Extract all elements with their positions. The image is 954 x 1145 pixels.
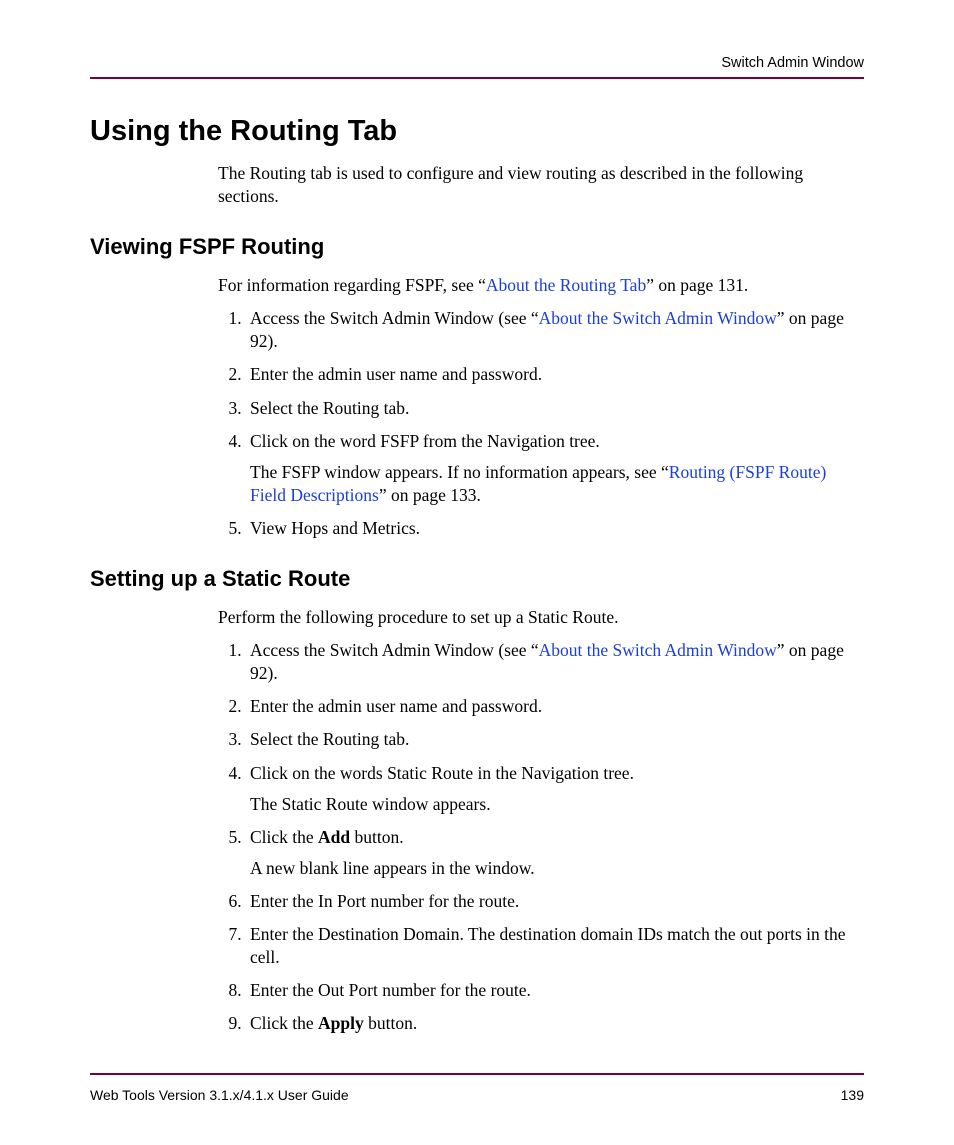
link-about-switch-admin-window[interactable]: About the Switch Admin Window [539, 308, 777, 328]
text: For information regarding FSPF, see “ [218, 275, 486, 295]
step-result: The Static Route window appears. [250, 793, 864, 816]
link-about-routing-tab[interactable]: About the Routing Tab [486, 275, 646, 295]
page-number: 139 [841, 1087, 864, 1103]
list-item: Click on the words Static Route in the N… [246, 762, 864, 816]
text: button. [350, 827, 403, 847]
list-item: View Hops and Metrics. [246, 517, 864, 540]
section2-lead: Perform the following procedure to set u… [218, 606, 864, 629]
text: Click the [250, 1013, 318, 1033]
list-item: Click the Add button. A new blank line a… [246, 826, 864, 880]
list-item: Enter the admin user name and password. [246, 695, 864, 718]
button-name-apply: Apply [318, 1013, 364, 1033]
text: Access the Switch Admin Window (see “ [250, 640, 539, 660]
text: ” on page 131. [646, 275, 748, 295]
section1-lead: For information regarding FSPF, see “Abo… [218, 274, 864, 297]
list-item: Enter the admin user name and password. [246, 363, 864, 386]
page-title: Using the Routing Tab [90, 115, 864, 148]
section2-steps: Access the Switch Admin Window (see “Abo… [218, 639, 864, 1035]
section2-body: Perform the following procedure to set u… [218, 606, 864, 1035]
text: button. [364, 1013, 417, 1033]
text: ” on page 133. [379, 485, 481, 505]
text: Click on the words Static Route in the N… [250, 763, 634, 783]
text: The FSFP window appears. If no informati… [250, 462, 669, 482]
list-item: Enter the Out Port number for the route. [246, 979, 864, 1002]
list-item: Access the Switch Admin Window (see “Abo… [246, 639, 864, 685]
section1-steps: Access the Switch Admin Window (see “Abo… [218, 307, 864, 540]
step-result: A new blank line appears in the window. [250, 857, 864, 880]
intro-paragraph: The Routing tab is used to configure and… [218, 162, 864, 208]
text: Access the Switch Admin Window (see “ [250, 308, 539, 328]
text: Click on the word FSFP from the Navigati… [250, 431, 600, 451]
list-item: Enter the Destination Domain. The destin… [246, 923, 864, 969]
footer-rule [90, 1073, 864, 1075]
list-item: Select the Routing tab. [246, 397, 864, 420]
list-item: Enter the In Port number for the route. [246, 890, 864, 913]
running-head: Switch Admin Window [90, 55, 864, 77]
step-result: The FSFP window appears. If no informati… [250, 461, 864, 507]
header-rule [90, 77, 864, 79]
list-item: Access the Switch Admin Window (see “Abo… [246, 307, 864, 353]
button-name-add: Add [318, 827, 350, 847]
link-about-switch-admin-window[interactable]: About the Switch Admin Window [539, 640, 777, 660]
section-heading-static-route: Setting up a Static Route [90, 566, 864, 592]
footer: Web Tools Version 3.1.x/4.1.x User Guide… [90, 1087, 864, 1103]
list-item: Select the Routing tab. [246, 728, 864, 751]
list-item: Click the Apply button. [246, 1012, 864, 1035]
page: Switch Admin Window Using the Routing Ta… [0, 0, 954, 1145]
intro-block: The Routing tab is used to configure and… [218, 162, 864, 208]
list-item: Click on the word FSFP from the Navigati… [246, 430, 864, 507]
footer-title: Web Tools Version 3.1.x/4.1.x User Guide [90, 1087, 349, 1103]
text: Click the [250, 827, 318, 847]
section-heading-fspf: Viewing FSPF Routing [90, 234, 864, 260]
section1-body: For information regarding FSPF, see “Abo… [218, 274, 864, 540]
